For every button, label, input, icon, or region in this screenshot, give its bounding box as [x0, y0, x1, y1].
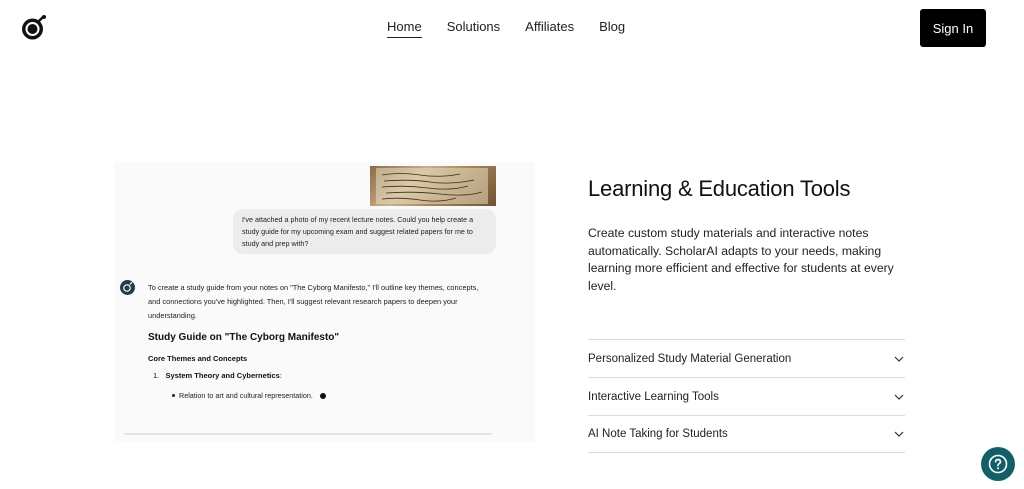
list-item-number: 1.	[153, 371, 160, 380]
study-guide-title: Study Guide on "The Cyborg Manifesto"	[148, 332, 340, 343]
user-message-bubble: I've attached a photo of my recent lectu…	[233, 209, 496, 254]
question-circle-icon	[988, 454, 1008, 474]
chevron-down-icon	[894, 431, 904, 437]
assistant-intro-text: To create a study guide from your notes …	[148, 283, 479, 320]
nav-affiliates[interactable]: Affiliates	[525, 19, 574, 38]
list-item-suffix: :	[279, 371, 282, 380]
chevron-down-icon	[894, 356, 904, 362]
brand-logo-icon[interactable]	[20, 14, 47, 41]
main-nav: Home Solutions Affiliates Blog	[387, 19, 625, 38]
sign-in-button[interactable]: Sign In	[920, 9, 986, 47]
nav-home[interactable]: Home	[387, 19, 422, 38]
nav-blog[interactable]: Blog	[599, 19, 625, 38]
sub-bullet-text: Relation to art and cultural representat…	[179, 391, 313, 400]
lecture-notes-photo	[370, 166, 496, 206]
typing-cursor-icon	[319, 392, 326, 399]
nav-solutions[interactable]: Solutions	[447, 19, 500, 38]
accordion-label: AI Note Taking for Students	[588, 428, 728, 440]
list-item-label: System Theory and Cybernetics	[165, 371, 280, 380]
assistant-avatar-icon	[120, 280, 135, 295]
core-themes-heading: Core Themes and Concepts	[148, 354, 248, 363]
feature-title: Learning & Education Tools	[588, 176, 851, 201]
feature-description: Create custom study materials and intera…	[588, 226, 894, 293]
list-item: 1. System Theory and Cybernetics:	[153, 371, 282, 380]
accordion-interactive-learning[interactable]: Interactive Learning Tools	[588, 377, 905, 415]
sub-bullet-item: Relation to art and cultural representat…	[172, 391, 326, 400]
accordion-personalized-study[interactable]: Personalized Study Material Generation	[588, 339, 905, 377]
panel-divider	[124, 433, 492, 435]
help-button[interactable]	[981, 447, 1015, 481]
bullet-dot-icon	[172, 394, 175, 397]
accordion-label: Interactive Learning Tools	[588, 390, 719, 403]
accordion-label: Personalized Study Material Generation	[588, 352, 792, 365]
chevron-down-icon	[894, 394, 904, 400]
accordion-ai-note-taking[interactable]: AI Note Taking for Students	[588, 415, 905, 453]
